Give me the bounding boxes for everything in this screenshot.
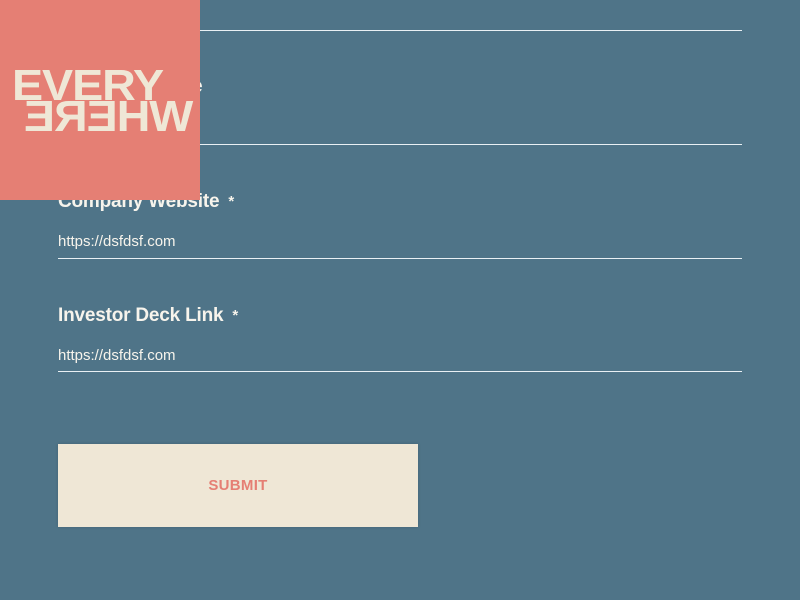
required-asterisk: * xyxy=(228,193,234,210)
investor-deck-input[interactable] xyxy=(58,343,742,367)
required-asterisk: * xyxy=(232,307,238,324)
page: e Company Website* Investor Deck Link* S… xyxy=(0,0,800,600)
investor-deck-underline xyxy=(58,371,742,372)
logo-text-where-mirrored: WHERE xyxy=(24,92,194,141)
investor-deck-label-text: Investor Deck Link xyxy=(58,305,224,326)
company-website-underline xyxy=(58,258,742,259)
submit-button[interactable]: SUBMIT xyxy=(58,444,418,527)
company-website-input[interactable] xyxy=(58,229,742,253)
everywhere-logo[interactable]: EVERY WHERE xyxy=(0,0,200,200)
investor-deck-label: Investor Deck Link * xyxy=(58,305,238,327)
